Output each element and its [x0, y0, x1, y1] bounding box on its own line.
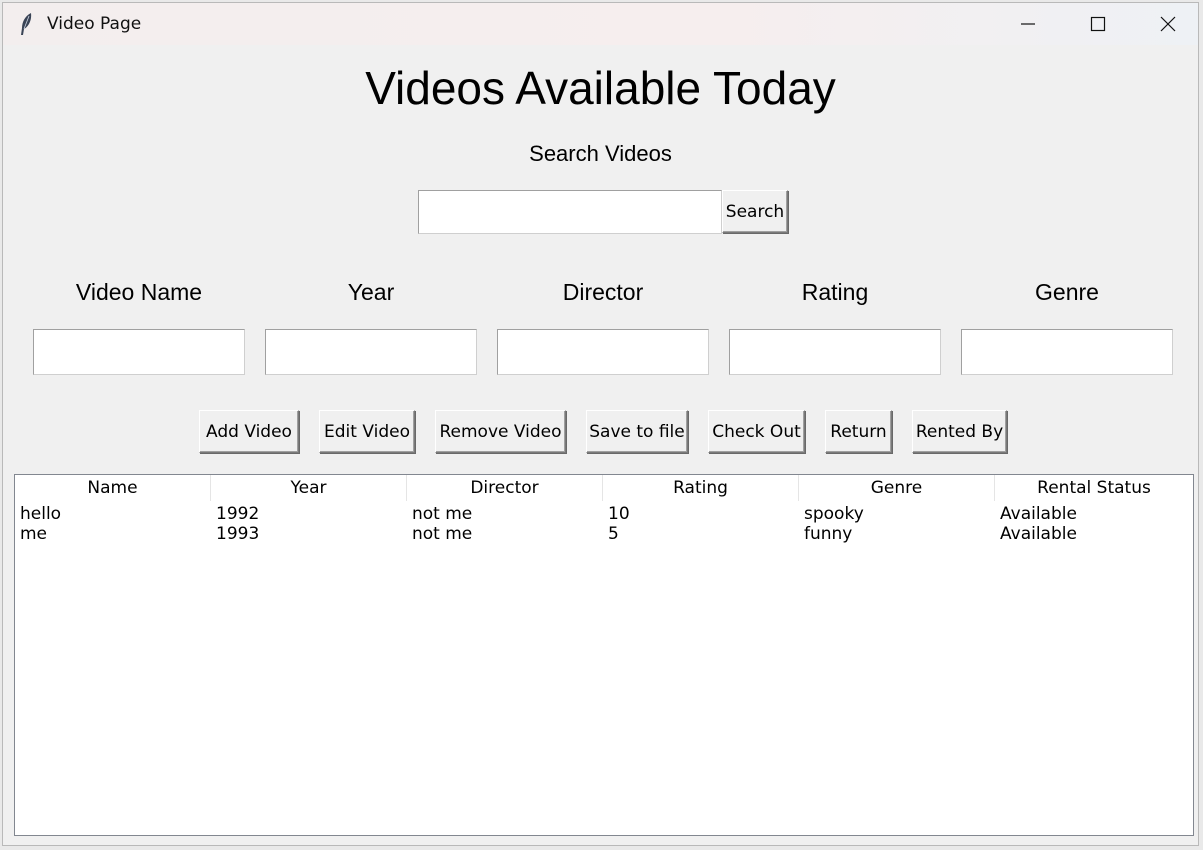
feather-icon	[17, 11, 37, 37]
genre-label: Genre	[1035, 279, 1099, 305]
close-button[interactable]	[1133, 3, 1198, 45]
save-to-file-button[interactable]: Save to file	[586, 410, 688, 453]
check-out-button[interactable]: Check Out	[708, 410, 805, 453]
table-cell: Available	[1000, 504, 1077, 524]
maximize-icon	[1090, 16, 1106, 32]
column-header-name[interactable]: Name	[15, 475, 211, 501]
search-input[interactable]	[418, 190, 722, 234]
table-header: Name Year Director Rating Genre Rental S…	[15, 475, 1193, 501]
rating-label: Rating	[801, 279, 869, 305]
close-icon	[1160, 16, 1176, 32]
search-button[interactable]: Search	[722, 190, 788, 233]
table-cell: Available	[1000, 524, 1077, 544]
table-cell: not me	[412, 524, 473, 544]
table-cell: hello	[20, 504, 62, 524]
window-title: Video Page	[47, 14, 142, 34]
page-title: Videos Available Today	[365, 62, 836, 114]
title-bar: Video Page	[3, 3, 1198, 45]
rented-by-button[interactable]: Rented By	[912, 410, 1007, 453]
return-button[interactable]: Return	[825, 410, 892, 453]
year-input[interactable]	[265, 329, 477, 375]
director-label: Director	[562, 279, 644, 305]
table-cell: funny	[804, 524, 853, 544]
column-header-genre[interactable]: Genre	[799, 475, 995, 501]
table-cell: 1993	[216, 524, 260, 544]
table-cell: not me	[412, 504, 473, 524]
table-cell: 1992	[216, 504, 260, 524]
genre-input[interactable]	[961, 329, 1173, 375]
year-label: Year	[347, 279, 395, 305]
remove-video-button[interactable]: Remove Video	[435, 410, 566, 453]
table-cell: me	[20, 524, 48, 544]
table-cell: 10	[608, 504, 630, 524]
minimize-icon	[1021, 23, 1035, 25]
table-cell: spooky	[804, 504, 864, 524]
videos-table[interactable]: Name Year Director Rating Genre Rental S…	[14, 474, 1194, 836]
table-row[interactable]: me 1993 not me 5 funny Available	[15, 524, 1193, 544]
video-name-label: Video Name	[75, 279, 203, 305]
column-header-rental-status[interactable]: Rental Status	[995, 475, 1193, 501]
table-body: hello 1992 not me 10 spooky Available me…	[15, 504, 1193, 544]
column-header-rating[interactable]: Rating	[603, 475, 799, 501]
maximize-button[interactable]	[1063, 3, 1133, 45]
column-header-year[interactable]: Year	[211, 475, 407, 501]
add-video-button[interactable]: Add Video	[199, 410, 299, 453]
search-label: Search Videos	[529, 141, 672, 166]
table-cell: 5	[608, 524, 619, 544]
video-name-input[interactable]	[33, 329, 245, 375]
rating-input[interactable]	[729, 329, 941, 375]
edit-video-button[interactable]: Edit Video	[319, 410, 415, 453]
column-header-director[interactable]: Director	[407, 475, 603, 501]
minimize-button[interactable]	[993, 3, 1063, 45]
video-page-window: Video Page Videos Available Today Search…	[2, 2, 1199, 846]
table-row[interactable]: hello 1992 not me 10 spooky Available	[15, 504, 1193, 524]
director-input[interactable]	[497, 329, 709, 375]
